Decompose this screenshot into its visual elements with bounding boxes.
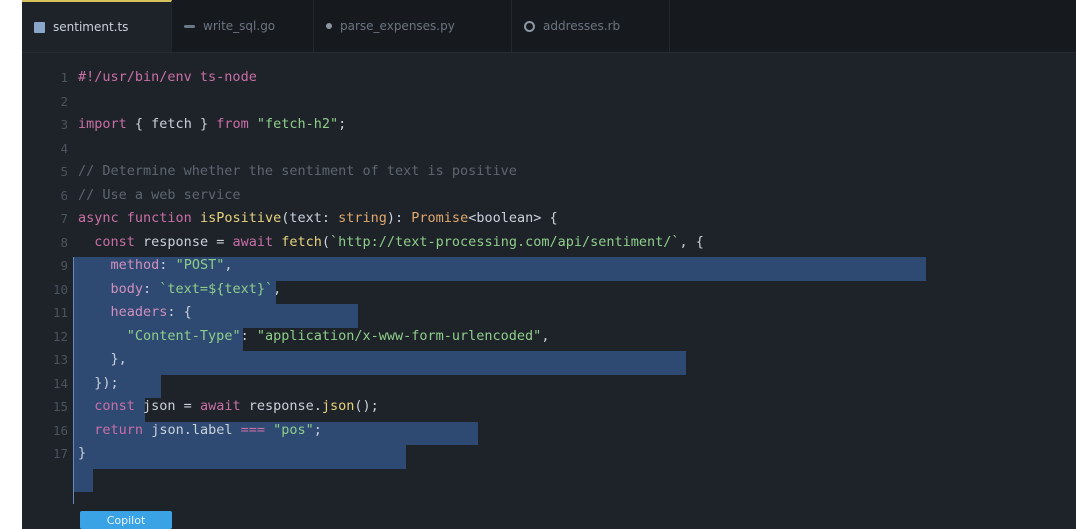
code-text: // Use a web service bbox=[78, 186, 241, 203]
line-number: 3 bbox=[60, 117, 68, 132]
gear-icon bbox=[524, 20, 535, 32]
code-text: const response = await fetch(`http://tex… bbox=[94, 233, 704, 250]
code-line: 8 const response = await fetch(`http://t… bbox=[22, 231, 1076, 255]
line-number: 8 bbox=[60, 234, 68, 250]
line-number: 9 bbox=[60, 258, 68, 273]
tab-addresses-rb[interactable]: addresses.rb bbox=[512, 0, 670, 52]
line-number: 14 bbox=[52, 375, 68, 391]
code-line: 15 const json = await response.json(); bbox=[22, 395, 1076, 419]
tab-write-sql-go[interactable]: write_sql.go bbox=[172, 0, 314, 52]
tab-parse-expenses-py[interactable]: parse_expenses.py bbox=[314, 0, 512, 52]
code-line: 17} bbox=[22, 442, 1076, 466]
line-number: 5 bbox=[60, 164, 68, 179]
code-line: 12 "Content-Type": "application/x-www-fo… bbox=[22, 325, 1076, 349]
copilot-button[interactable]: Copilot bbox=[80, 511, 172, 529]
code-line: 13 }, bbox=[22, 348, 1076, 372]
code-line: 10 body: `text=${text}`, bbox=[22, 278, 1076, 302]
line-number: 6 bbox=[60, 187, 68, 203]
line-number: 7 bbox=[60, 211, 68, 226]
code-line: 3 import { fetch } from "fetch-h2"; bbox=[22, 113, 1076, 137]
editor-window: sentiment.ts write_sql.go parse_expenses… bbox=[22, 0, 1076, 529]
line-number: 2 bbox=[60, 93, 68, 109]
line-number: 11 bbox=[52, 305, 68, 320]
code-line: 1 #!/usr/bin/env ts-node bbox=[22, 66, 1076, 90]
code-text: "Content-Type": "application/x-www-form-… bbox=[126, 327, 550, 344]
code-line: 6 // Use a web service bbox=[22, 184, 1076, 208]
line-number: 12 bbox=[52, 328, 68, 344]
code-text: }); bbox=[78, 374, 119, 391]
tab-label: addresses.rb bbox=[543, 19, 621, 33]
code-text: #!/usr/bin/env ts-node bbox=[78, 69, 257, 85]
code-line: 5 // Determine whether the sentiment of t… bbox=[22, 160, 1076, 184]
line-number: 17 bbox=[52, 446, 68, 461]
code-text: headers: { bbox=[110, 304, 192, 320]
code-editor[interactable]: 1 #!/usr/bin/env ts-node 2 3 import { fetc… bbox=[22, 66, 1076, 466]
line-number: 13 bbox=[52, 352, 68, 367]
code-text: import { fetch } from "fetch-h2"; bbox=[78, 116, 347, 132]
tab-label: sentiment.ts bbox=[53, 20, 129, 34]
code-line: 11 headers: { bbox=[22, 301, 1076, 325]
code-line: 7 async function isPositive(text: string)… bbox=[22, 207, 1076, 231]
code-text: }, bbox=[78, 351, 127, 367]
code-line: 14 }); bbox=[22, 372, 1076, 396]
code-text: method: "POST", bbox=[110, 257, 233, 273]
line-number: 15 bbox=[52, 399, 68, 414]
line-number: 16 bbox=[52, 422, 68, 438]
code-text: body: `text=${text}`, bbox=[110, 280, 282, 297]
line-number: 4 bbox=[60, 140, 68, 156]
dash-icon bbox=[184, 24, 195, 28]
line-number: 1 bbox=[60, 70, 68, 85]
code-text: } bbox=[78, 445, 87, 461]
code-line: 2 bbox=[22, 90, 1076, 114]
code-line: 16 return json.label === "pos"; bbox=[22, 419, 1076, 443]
code-line: 9 method: "POST", bbox=[22, 254, 1076, 278]
code-line: 4 bbox=[22, 137, 1076, 161]
file-icon bbox=[34, 21, 45, 33]
tab-sentiment-ts[interactable]: sentiment.ts bbox=[22, 0, 172, 52]
code-text: async function isPositive(text: string):… bbox=[78, 210, 558, 226]
dot-icon bbox=[326, 23, 332, 29]
tab-label: write_sql.go bbox=[203, 19, 276, 33]
code-text: const json = await response.json(); bbox=[94, 398, 379, 414]
code-text: return json.label === "pos"; bbox=[94, 421, 322, 438]
tab-label: parse_expenses.py bbox=[340, 19, 455, 33]
code-text: // Determine whether the sentiment of te… bbox=[78, 163, 517, 179]
tab-bar: sentiment.ts write_sql.go parse_expenses… bbox=[22, 0, 1076, 53]
line-number: 10 bbox=[52, 281, 68, 297]
